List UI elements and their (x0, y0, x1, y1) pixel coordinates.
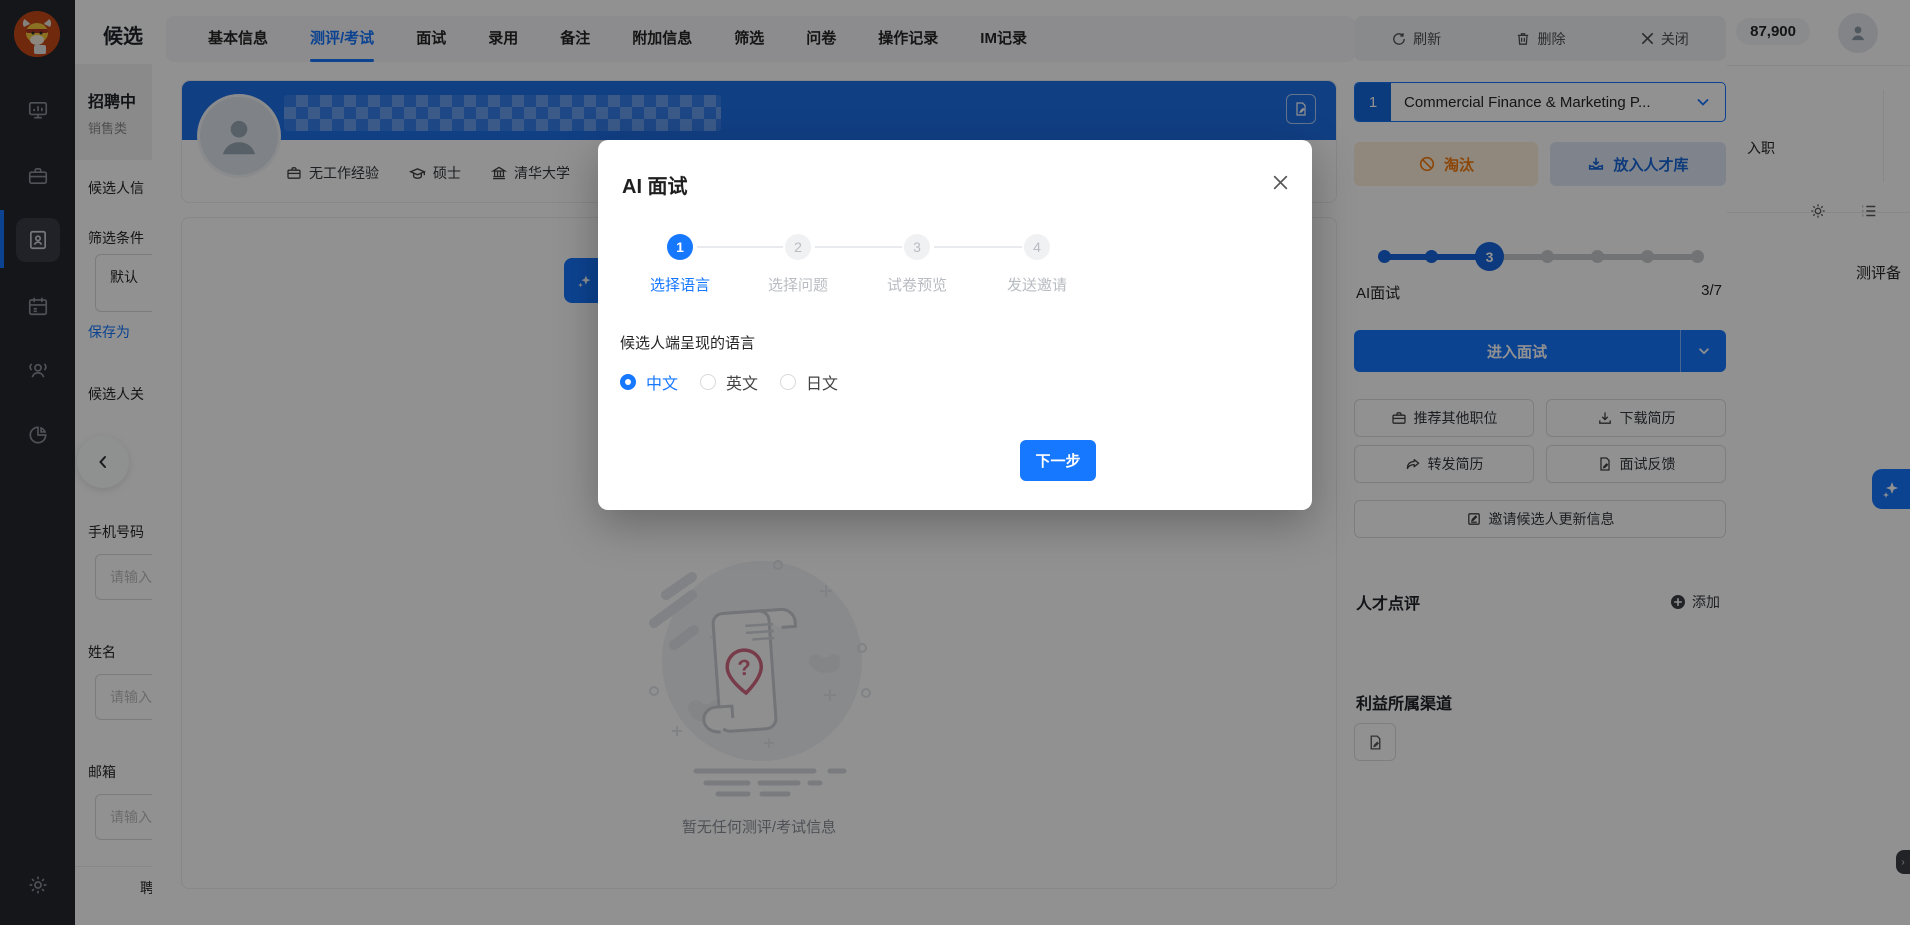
step-4-circle: 4 (1024, 234, 1050, 260)
step-3-label: 试卷预览 (886, 277, 947, 294)
step-line-3-4 (934, 246, 1022, 248)
language-radio-group: 中文 英文 日文 (620, 370, 838, 394)
radio-option-japanese[interactable]: 日文 (780, 370, 838, 394)
language-question-label: 候选人端呈现的语言 (620, 335, 756, 352)
step-2-circle: 2 (785, 234, 811, 260)
radio-japanese-label: 日文 (806, 376, 839, 393)
next-step-button[interactable]: 下一步 (1020, 440, 1096, 481)
step-1-circle: 1 (667, 234, 693, 260)
radio-chinese-label: 中文 (646, 376, 679, 393)
step-3-circle: 3 (904, 234, 930, 260)
radio-option-chinese[interactable]: 中文 (620, 370, 678, 394)
ai-interview-modal: AI 面试 1 2 3 4 选择语言 选择问题 试卷预览 发送邀请 候选人端呈现… (598, 140, 1312, 510)
step-2-label: 选择问题 (767, 277, 828, 294)
radio-option-english[interactable]: 英文 (700, 370, 758, 394)
app-root: 候选 87,900 招聘中 销售类 候选人信 筛选条件 默认 保存为 候选人关 … (0, 0, 1910, 925)
radio-unselected-icon (700, 374, 717, 390)
modal-close-icon[interactable] (1266, 168, 1294, 196)
step-line-2-3 (815, 246, 902, 248)
step-1-label: 选择语言 (649, 277, 710, 294)
radio-selected-icon (620, 374, 636, 390)
radio-unselected-icon (780, 374, 797, 390)
radio-english-label: 英文 (726, 376, 759, 393)
step-4-label: 发送邀请 (1006, 277, 1067, 294)
modal-title: AI 面试 (622, 176, 688, 198)
step-line-1-2 (697, 246, 783, 248)
